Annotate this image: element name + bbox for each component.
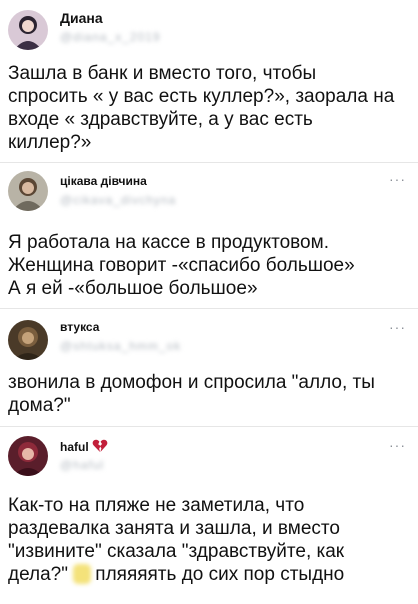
tweet-text: Я работала на кассе в продуктовом. Женщи… (8, 231, 408, 300)
author-name[interactable]: Диана (60, 10, 103, 26)
tweet-feed: Диана @diana_x_2019 Зашла в банк и вмест… (0, 0, 418, 604)
tweet-text-line: киллер?» (8, 132, 92, 153)
tweet-text: звонила в домофон и спросила "алло, ты д… (8, 371, 408, 417)
tweet-text-line: Зашла в банк и вместо того, чтобы (8, 63, 317, 84)
author-handle: @cikava_divchyna (60, 193, 177, 207)
author-name[interactable]: втукса (60, 320, 99, 334)
tweet-text-line: дома?" (8, 395, 71, 416)
tweet-text-line: "извините" сказала "здравствуйте, как (8, 541, 345, 562)
avatar[interactable] (8, 436, 48, 476)
tweet-text-line: входе « здравствуйте, а у вас есть (8, 109, 313, 130)
tweet-card[interactable]: втукса @shtuksa_hmm_ok ··· звонила в дом… (0, 309, 418, 427)
more-options-icon[interactable]: ··· (389, 171, 406, 187)
author-handle: @shtuksa_hmm_ok (60, 339, 182, 353)
author-handle: @haful (60, 458, 105, 472)
more-options-icon[interactable]: ··· (389, 319, 406, 335)
tweet-card[interactable]: цікава дівчина @cikava_divchyna ··· Я ра… (0, 163, 418, 308)
broken-heart-icon (92, 439, 108, 452)
more-options-icon[interactable]: ··· (389, 437, 406, 453)
tweet-text-line: звонила в домофон и спросила "алло, ты (8, 372, 375, 393)
avatar[interactable] (8, 171, 48, 211)
author-name-text: haful (60, 440, 89, 454)
tweet-text-line: Как-то на пляже не заметила, что (8, 495, 305, 516)
tweet-text-segment: дела?" (8, 564, 68, 585)
tweet-text-line: Женщина говорит -«спасибо большое» (8, 255, 355, 276)
blurred-emoji-icon (73, 564, 92, 584)
tweet-text-line: Я работала на кассе в продуктовом. (8, 232, 329, 253)
tweet-text-line: спросить « у вас есть куллер?», заорала … (8, 86, 395, 107)
tweet-text-segment: пляяяять до сих пор стыдно (95, 564, 345, 585)
tweet-text-line: раздевалка занята и зашла, и вместо (8, 518, 340, 539)
tweet-text-line: А я ей -«большое большое» (8, 278, 258, 299)
avatar[interactable] (8, 320, 48, 360)
tweet-text: Как-то на пляже не заметила, что раздева… (8, 494, 408, 586)
author-handle: @diana_x_2019 (60, 30, 161, 44)
avatar[interactable] (8, 10, 48, 50)
author-name[interactable]: haful (60, 439, 108, 454)
tweet-card[interactable]: Диана @diana_x_2019 Зашла в банк и вмест… (0, 0, 418, 160)
tweet-text-line: дела?" пляяяять до сих пор стыдно (8, 563, 408, 586)
author-name[interactable]: цікава дівчина (60, 174, 147, 188)
tweet-card[interactable]: haful @haful ··· Как-то на пляже не заме… (0, 427, 418, 604)
tweet-text: Зашла в банк и вместо того, чтобы спроси… (8, 62, 408, 154)
